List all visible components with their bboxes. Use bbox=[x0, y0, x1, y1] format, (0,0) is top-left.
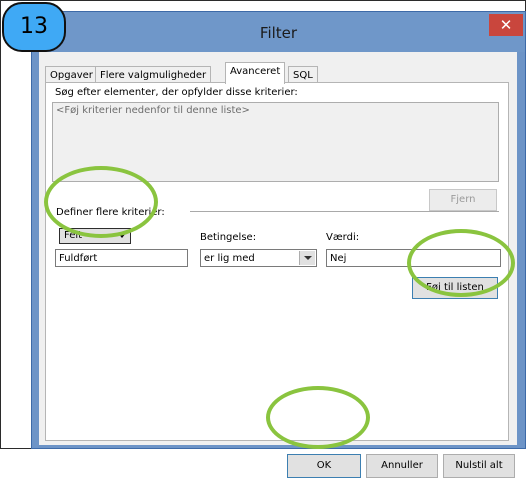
section-divider bbox=[190, 211, 499, 212]
condition-label: Betingelse: bbox=[200, 232, 257, 243]
value-label: Værdi: bbox=[326, 232, 360, 243]
close-button[interactable]: ✕ bbox=[489, 14, 523, 36]
tab-avanceret[interactable]: Avanceret bbox=[225, 62, 286, 84]
highlight-ring-add-button bbox=[407, 229, 515, 297]
search-criteria-label: Søg efter elementer, der opfylder disse … bbox=[55, 87, 298, 98]
highlight-ring-ok bbox=[266, 386, 370, 449]
field-input[interactable]: Fuldført bbox=[55, 249, 188, 267]
cancel-button[interactable]: Annuller bbox=[366, 454, 438, 478]
window-title: Filter bbox=[259, 24, 298, 42]
title-bar[interactable]: Filter ✕ bbox=[32, 12, 525, 52]
chevron-down-icon bbox=[299, 251, 315, 265]
remove-button[interactable]: Fjern bbox=[429, 189, 497, 211]
reset-button[interactable]: Nulstil alt bbox=[443, 454, 515, 478]
condition-value: er lig med bbox=[204, 253, 255, 264]
ok-button[interactable]: OK bbox=[287, 454, 361, 478]
criteria-list-placeholder: <Føj kriterier nedenfor til denne liste> bbox=[56, 105, 250, 116]
condition-select[interactable]: er lig med bbox=[200, 249, 317, 267]
highlight-ring-field bbox=[44, 166, 158, 238]
step-number-badge: 13 bbox=[2, 2, 66, 52]
